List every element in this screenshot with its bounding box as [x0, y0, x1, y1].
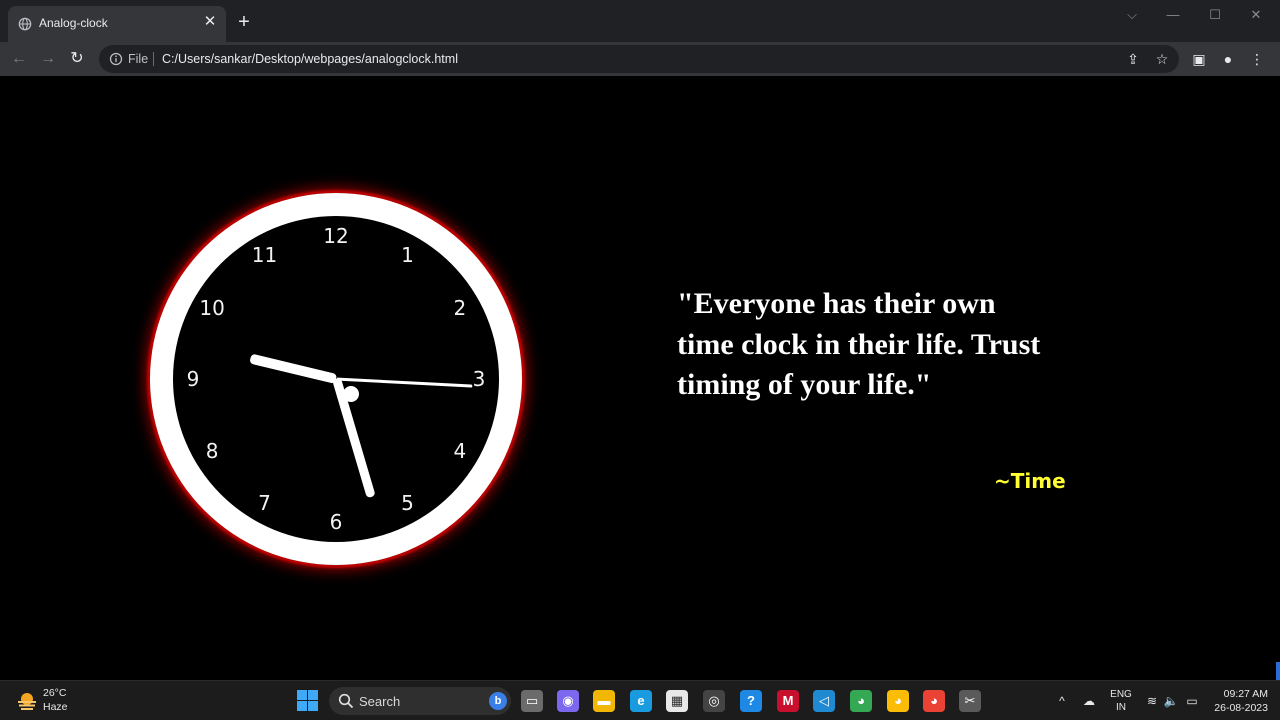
- clock-number-5: 5: [401, 490, 414, 515]
- clock-number-1: 1: [401, 243, 414, 268]
- clock-number-10: 10: [199, 295, 225, 320]
- page-content: 11 10 9 8 7 6 5 4 3 2 1 12 "Everyone has their own …: [0, 76, 1280, 680]
- clock-number-6: 6: [329, 510, 343, 534]
- clock-number-2: 2: [453, 295, 467, 320]
- clock-number-8: 8: [205, 438, 219, 463]
- input-language[interactable]: ENG IN: [1108, 688, 1134, 714]
- scheme-label: File: [128, 52, 149, 66]
- hour-hand: [249, 353, 338, 384]
- onedrive-icon[interactable]: ☁: [1080, 692, 1098, 710]
- tray-overflow-icon[interactable]: ^: [1053, 692, 1071, 710]
- chrome-profile-icon[interactable]: ◕: [923, 690, 945, 712]
- close-window-button[interactable]: ✕: [1241, 6, 1271, 24]
- browser-toolbar: ← → ↻ File C:/Users/sankar/Desktop/webpa…: [0, 42, 1280, 76]
- browser-titlebar: Analog-clock ✕ + ⌵ — ☐ ✕: [0, 0, 1280, 42]
- weather-temperature[interactable]: 26°C: [43, 687, 66, 699]
- quote-text: "Everyone has their own time clock in th…: [677, 287, 1041, 401]
- snipping-tool-icon[interactable]: ✂: [959, 690, 981, 712]
- wifi-icon[interactable]: ≋: [1143, 692, 1161, 710]
- vscode-icon[interactable]: ◁: [813, 690, 835, 712]
- system-date: 26-08-2023: [1214, 702, 1268, 714]
- github-icon[interactable]: ◎: [703, 690, 725, 712]
- chrome-icon[interactable]: ◕: [850, 690, 872, 712]
- teams-chat-icon[interactable]: ◉: [557, 690, 579, 712]
- back-button[interactable]: ←: [8, 48, 30, 70]
- windows-start-icon[interactable]: [297, 690, 318, 711]
- haze-weather-icon[interactable]: [16, 690, 38, 712]
- language-code: ENG: [1110, 689, 1132, 700]
- region-code: IN: [1116, 702, 1126, 713]
- share-icon[interactable]: ⇪: [1124, 50, 1142, 68]
- edge-icon[interactable]: e: [630, 690, 652, 712]
- side-panel-icon[interactable]: ▣: [1189, 49, 1209, 69]
- info-icon[interactable]: [109, 52, 123, 66]
- globe-icon: [18, 17, 32, 31]
- tab-title: Analog-clock: [39, 16, 108, 30]
- analog-clock: 11 10 9 8 7 6 5 4 3 2 1 12: [150, 193, 522, 565]
- search-icon: [338, 693, 354, 709]
- bookmark-star-icon[interactable]: ☆: [1153, 50, 1171, 68]
- browser-menu-icon[interactable]: ⋮: [1247, 49, 1267, 69]
- url-text[interactable]: C:/Users/sankar/Desktop/webpages/analogc…: [162, 52, 458, 66]
- reload-button[interactable]: ↻: [66, 48, 88, 70]
- taskbar-search[interactable]: Search b: [329, 687, 511, 715]
- clock-number-9: 9: [186, 367, 200, 391]
- clock-center-dot: [343, 386, 359, 402]
- clock-face: 11 10 9 8 7 6 5 4 3 2 1 12: [173, 216, 499, 542]
- new-tab-button[interactable]: +: [234, 12, 254, 32]
- clock-number-7: 7: [258, 490, 271, 515]
- omnibox-divider: [153, 52, 154, 66]
- bing-icon[interactable]: b: [489, 692, 507, 710]
- search-label: Search: [359, 694, 401, 709]
- mcafee-icon[interactable]: M: [777, 690, 799, 712]
- clock-number-4: 4: [453, 438, 467, 463]
- windows-taskbar: 26°C Haze Search b ▭ ◉ ▬ e ▦ ◎? M ◁ ◕ ◕ ◕ ✂ ^ ☁ ENG…: [0, 680, 1280, 720]
- second-hand: [335, 377, 472, 388]
- help-icon[interactable]: ?: [740, 690, 762, 712]
- tab-search-icon[interactable]: ⌵: [1117, 6, 1147, 24]
- system-clock[interactable]: 09:27 AM 26-08-2023: [1208, 687, 1268, 715]
- volume-icon[interactable]: 🔈: [1162, 692, 1180, 710]
- forward-button[interactable]: →: [37, 48, 59, 70]
- maximize-button[interactable]: ☐: [1200, 6, 1230, 24]
- file-explorer-icon[interactable]: ▬: [593, 690, 615, 712]
- clock-number-11: 11: [251, 243, 278, 268]
- clock-number-12: 12: [323, 224, 349, 248]
- scrollbar-edge[interactable]: [1276, 662, 1280, 680]
- battery-icon[interactable]: ▭: [1183, 692, 1201, 710]
- system-time: 09:27 AM: [1223, 688, 1268, 700]
- microsoft-store-icon[interactable]: ▦: [666, 690, 688, 712]
- task-view-icon[interactable]: ▭: [521, 690, 543, 712]
- tab-close-icon[interactable]: ✕: [202, 14, 218, 30]
- minimize-button[interactable]: —: [1158, 6, 1188, 24]
- profile-icon[interactable]: ●: [1218, 49, 1238, 69]
- browser-tab[interactable]: Analog-clock ✕: [8, 6, 226, 42]
- address-bar[interactable]: File C:/Users/sankar/Desktop/webpages/an…: [99, 45, 1179, 73]
- weather-description[interactable]: Haze: [43, 701, 68, 713]
- chrome-dev-icon[interactable]: ◕: [887, 690, 909, 712]
- quote-author: ~Time: [994, 469, 1066, 493]
